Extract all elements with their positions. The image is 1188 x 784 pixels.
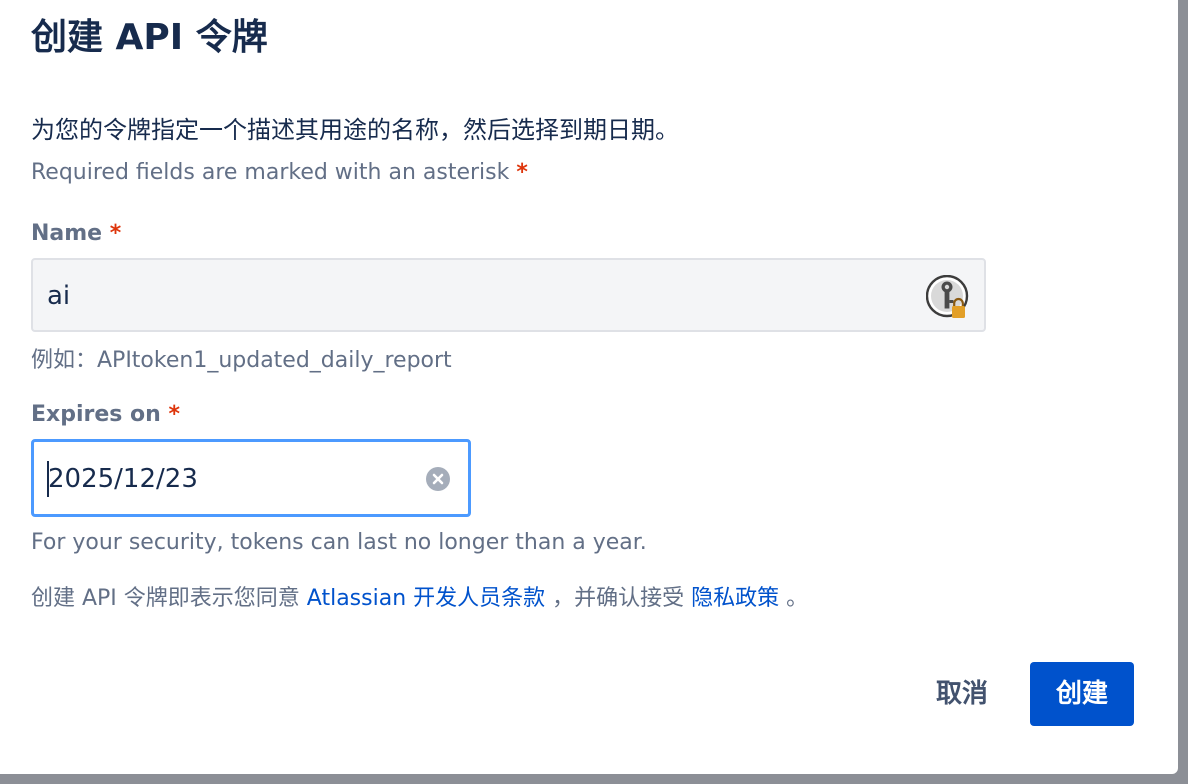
name-label: Name *: [31, 218, 121, 250]
privacy-policy-link[interactable]: 隐私政策: [691, 586, 779, 611]
dialog-description: 为您的令牌指定一个描述其用途的名称，然后选择到期日期。: [31, 116, 679, 144]
expires-label: Expires on *: [31, 399, 180, 431]
name-helper-text: 例如：APItoken1_updated_daily_report: [31, 348, 452, 373]
required-asterisk: *: [516, 160, 528, 185]
name-input[interactable]: ai: [31, 258, 986, 332]
create-button[interactable]: 创建: [1030, 662, 1134, 726]
required-fields-note: Required fields are marked with an aster…: [31, 157, 528, 189]
clear-x-graphic: [432, 473, 444, 485]
expiry-helper-text: For your security, tokens can last no lo…: [31, 530, 647, 555]
cancel-button[interactable]: 取消: [918, 662, 1006, 726]
expires-date-input[interactable]: 2025/12/23: [31, 439, 471, 517]
clear-icon[interactable]: [426, 467, 450, 491]
terms-text: 创建 API 令牌即表示您同意 Atlassian 开发人员条款 ，并确认接受 …: [31, 583, 808, 615]
expires-label-text: Expires on: [31, 402, 161, 427]
expires-required-asterisk: *: [168, 402, 180, 427]
name-input-value: ai: [47, 281, 71, 311]
name-label-text: Name: [31, 221, 103, 246]
create-api-token-dialog: 创建 API 令牌 为您的令牌指定一个描述其用途的名称，然后选择到期日期。 Re…: [0, 0, 1178, 774]
required-note-text: Required fields are marked with an aster…: [31, 160, 510, 185]
terms-suffix: 。: [786, 586, 809, 611]
terms-prefix: 创建 API 令牌即表示您同意: [31, 586, 307, 611]
key-lock-graphic: [925, 274, 969, 318]
terms-middle: ，并确认接受: [552, 586, 685, 611]
name-required-asterisk: *: [109, 221, 122, 246]
expires-date-value: 2025/12/23: [48, 464, 198, 494]
developer-terms-link[interactable]: Atlassian 开发人员条款: [307, 586, 545, 611]
dialog-title: 创建 API 令牌: [31, 17, 268, 58]
password-manager-key-lock-icon[interactable]: [925, 274, 972, 321]
